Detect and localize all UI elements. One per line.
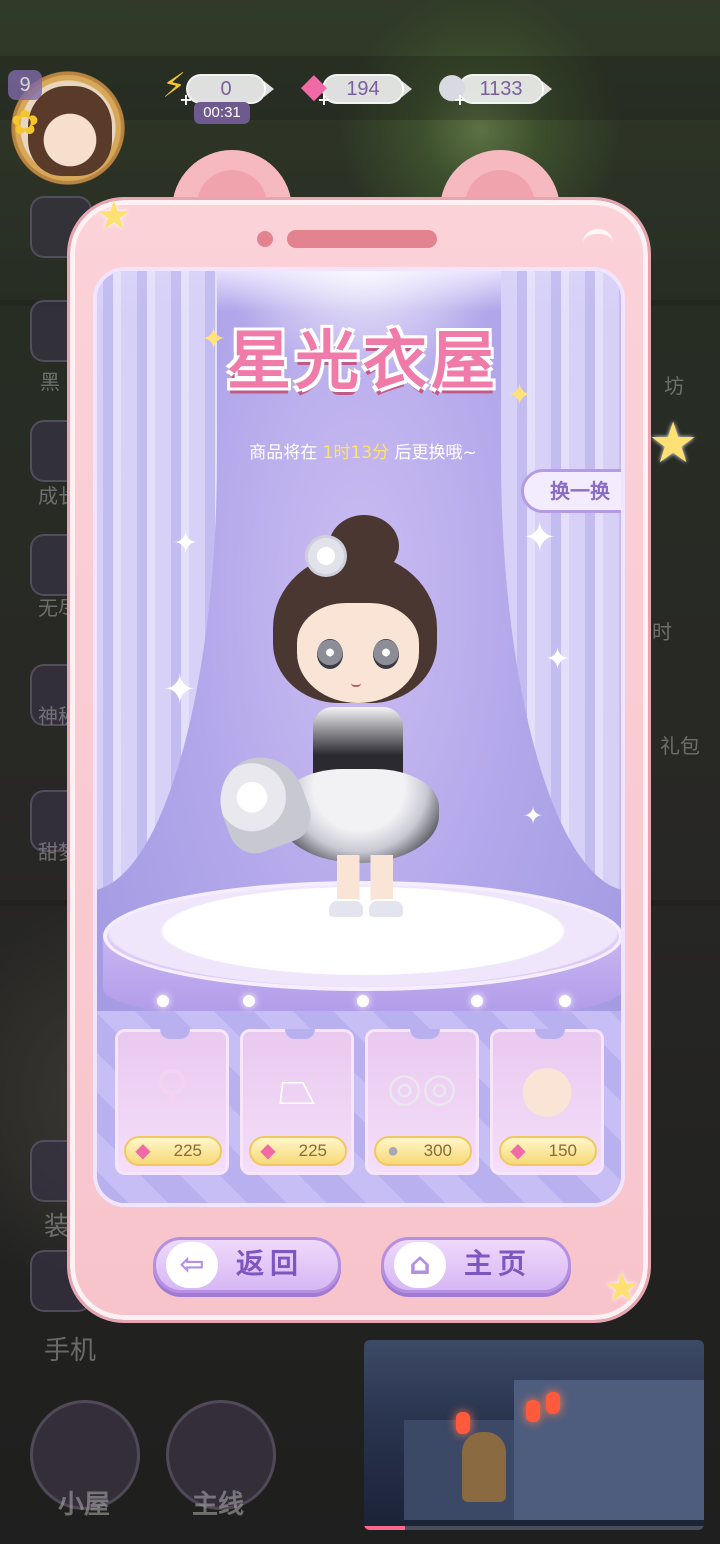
stage-light [243,995,255,1007]
speaker-slot [287,230,437,248]
sparkle-icon: ✦ [545,642,571,677]
sunflower-icon: ✿ [10,103,40,143]
price-button[interactable]: ◆ 225 [249,1136,347,1166]
home-button-label: 主页 [464,1247,533,1280]
sparkle-icon: ✦ [173,526,199,561]
add-energy-button[interactable]: + [178,92,194,108]
price-button[interactable]: ◆ 225 [124,1136,222,1166]
star-icon: ★ [648,411,699,476]
add-coin-button[interactable]: + [452,92,468,108]
price-button[interactable]: ◆ 150 [499,1136,597,1166]
arrow-left-icon: ⇦ [166,1242,218,1288]
shop-item-hair[interactable]: ♀ ◆ 225 [115,1029,229,1175]
glasses-icon: ● [519,1051,575,1125]
phone-frame: ✦ ✦ 星光衣屋 商品将在 1时13分 后更换哦~ 换一换 ✦ ✦ ✦ ✦ ✦ [70,200,648,1320]
camera-dot [257,231,273,247]
countdown-suffix: 后更换哦~ [394,443,477,463]
home-button[interactable]: ⌂ 主页 [381,1237,571,1293]
phone-shine [583,229,613,243]
back-button-label: 返回 [236,1247,305,1280]
add-gem-button[interactable]: + [316,92,332,108]
star-icon: ★ [96,193,132,239]
bracelet-icon: ◎◎ [387,1065,457,1111]
skirt-icon: ⏢ [277,1059,317,1116]
character-face [297,603,419,703]
gem-icon: ◆ [260,1140,276,1162]
sparkle-icon: ✦ [163,667,197,713]
stage-light [157,995,169,1007]
character-legs [337,855,393,905]
gem-icon: ◆ [510,1140,526,1162]
refresh-button[interactable]: 换一换 [521,469,621,513]
video-progress-fill [364,1526,405,1530]
shop-title: 星光衣屋 [227,325,499,399]
shop-item-skirt[interactable]: ⏢ ◆ 225 [240,1029,354,1175]
energy-timer: 00:31 [194,102,250,124]
character-eye [373,639,399,669]
price-value: 150 [548,1141,577,1160]
star-icon: ★ [604,1265,640,1311]
video-building [514,1380,704,1520]
price-button[interactable]: ● 300 [374,1136,472,1166]
stage-light [471,995,483,1007]
countdown-prefix: 商品将在 [249,443,318,463]
stage-light [357,995,369,1007]
stage-light [559,995,571,1007]
price-value: 225 [173,1141,202,1160]
back-button[interactable]: ⇦ 返回 [153,1237,341,1293]
video-player[interactable] [364,1340,704,1530]
hair-icon: ♀ [154,1060,190,1116]
character-preview [207,507,497,947]
video-character [462,1432,506,1502]
energy-counter: 0 [186,74,274,104]
shop-screen: ✦ ✦ 星光衣屋 商品将在 1时13分 后更换哦~ 换一换 ✦ ✦ ✦ ✦ ✦ [93,267,625,1207]
character-eye [317,639,343,669]
shop-item-bracelets[interactable]: ◎◎ ● 300 [365,1029,479,1175]
level-badge: 9 [8,70,42,100]
rose-hairpin [305,535,347,577]
sparkle-icon: ✦ [523,802,544,830]
home-icon: ⌂ [394,1242,446,1288]
paw-coin-icon: ● [386,1140,400,1162]
refresh-countdown: 商品将在 1时13分 后更换哦~ [137,439,589,467]
sparkle-icon: ✦ [523,515,557,561]
character-shoe [367,899,405,919]
lantern [456,1412,470,1434]
video-progress-track [364,1526,704,1530]
price-value: 225 [298,1141,327,1160]
gem-icon: ◆ [135,1140,151,1162]
lantern [526,1400,540,1422]
price-value: 300 [423,1141,452,1160]
character-shoe [327,899,365,919]
shop-item-glasses[interactable]: ● ◆ 150 [490,1029,604,1175]
countdown-time: 1时13分 [322,443,390,463]
lantern [546,1392,560,1414]
